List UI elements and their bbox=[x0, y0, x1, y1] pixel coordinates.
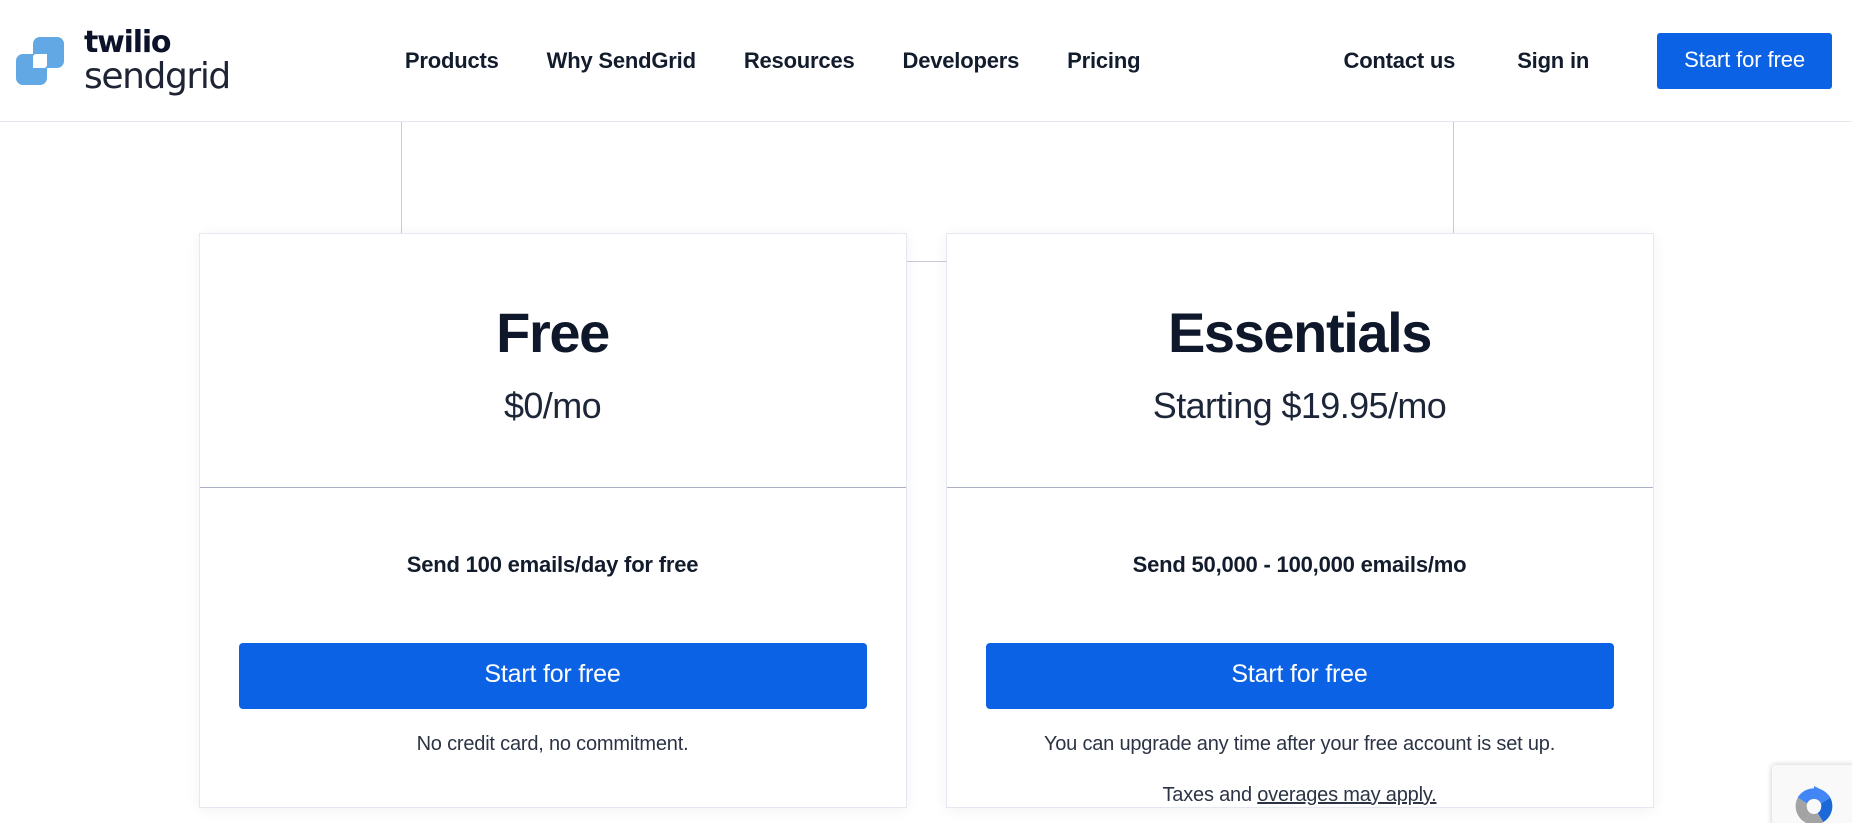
page-content: Free $0/mo Send 100 emails/day for free … bbox=[0, 122, 1852, 823]
recaptcha-badge[interactable] bbox=[1772, 765, 1852, 823]
brand-logo-link[interactable]: twilio sendgrid bbox=[14, 25, 231, 97]
nav-item-contact-us[interactable]: Contact us bbox=[1344, 48, 1456, 74]
nav-item-why-sendgrid[interactable]: Why SendGrid bbox=[547, 48, 696, 74]
plan-price: $0/mo bbox=[503, 384, 602, 426]
twilio-sendgrid-logo-icon bbox=[14, 35, 66, 87]
nav-item-developers[interactable]: Developers bbox=[903, 48, 1020, 74]
plan-start-for-free-button[interactable]: Start for free bbox=[238, 642, 867, 709]
primary-navigation: Products Why SendGrid Resources Develope… bbox=[405, 48, 1141, 74]
nav-item-pricing[interactable]: Pricing bbox=[1067, 48, 1140, 74]
brand-name-twilio: twilio bbox=[84, 25, 172, 60]
brand-wordmark: twilio sendgrid bbox=[84, 25, 231, 97]
secondary-navigation: Contact us Sign in Start for free bbox=[1282, 32, 1852, 89]
plan-note-primary: No credit card, no commitment. bbox=[416, 732, 689, 755]
recaptcha-badge-icon bbox=[1786, 779, 1842, 823]
plan-start-for-free-button[interactable]: Start for free bbox=[985, 642, 1614, 709]
pricing-plans: Free $0/mo Send 100 emails/day for free … bbox=[0, 234, 1852, 807]
plan-card-free: Free $0/mo Send 100 emails/day for free … bbox=[199, 234, 906, 807]
nav-item-products[interactable]: Products bbox=[405, 48, 499, 74]
plan-volume: Send 50,000 - 100,000 emails/mo bbox=[1132, 551, 1467, 577]
nav-item-sign-in[interactable]: Sign in bbox=[1517, 48, 1589, 74]
plan-divider bbox=[946, 486, 1653, 488]
header-start-for-free-button[interactable]: Start for free bbox=[1657, 32, 1832, 89]
site-header: twilio sendgrid Products Why SendGrid Re… bbox=[0, 0, 1852, 122]
plan-divider bbox=[199, 486, 906, 488]
plan-card-essentials: Essentials Starting $19.95/mo Send 50,00… bbox=[946, 234, 1653, 807]
plan-note-taxes-prefix: Taxes and bbox=[1162, 783, 1258, 806]
plan-price: Starting $19.95/mo bbox=[1152, 384, 1447, 426]
brand-name-sendgrid: sendgrid bbox=[84, 56, 231, 97]
plan-name: Free bbox=[496, 301, 610, 364]
nav-item-resources[interactable]: Resources bbox=[744, 48, 855, 74]
plan-volume: Send 100 emails/day for free bbox=[406, 551, 699, 577]
overages-may-apply-link[interactable]: overages may apply. bbox=[1257, 784, 1436, 806]
plan-note-primary: You can upgrade any time after your free… bbox=[1043, 732, 1556, 755]
plan-name: Essentials bbox=[1167, 301, 1432, 364]
plan-note-taxes: Taxes and overages may apply. bbox=[1163, 784, 1437, 807]
